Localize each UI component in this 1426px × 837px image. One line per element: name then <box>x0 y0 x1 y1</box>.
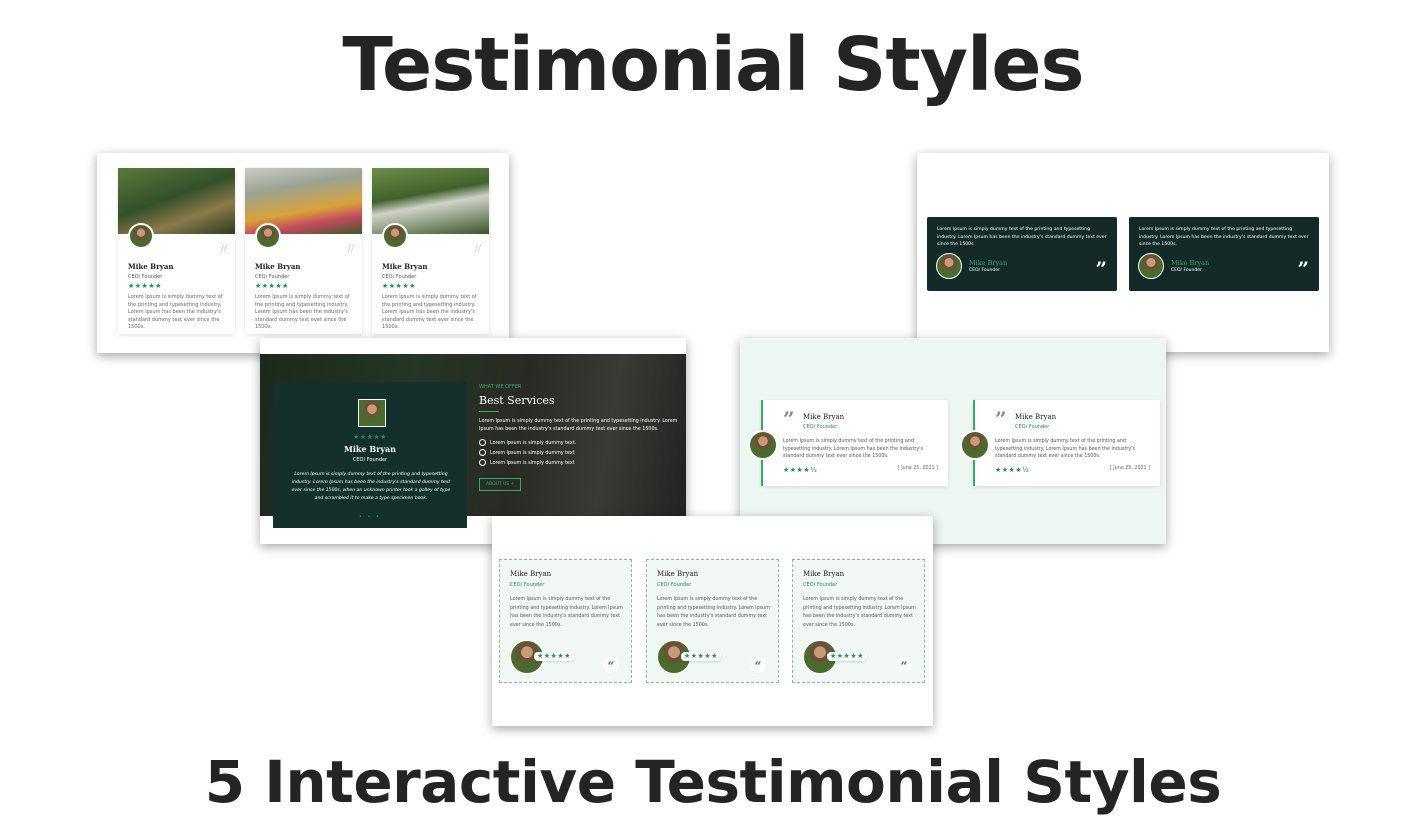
quote-icon: “ <box>896 657 912 673</box>
kicker: WHAT WE OFFER <box>479 384 522 390</box>
review-date: [ June 25, 2021 ] <box>1109 466 1150 471</box>
slash-icon: // <box>474 244 481 254</box>
reviewer-role: CEO/ Founder <box>657 582 692 588</box>
check-label: Lorem Ipsum is simply dummy text <box>490 461 575 466</box>
reviewer-name: Mike Bryan <box>657 570 699 578</box>
star-rating: ★★★★★ <box>353 433 387 441</box>
testimonial-text: Lorem Ipsum is simply dummy text of the … <box>382 294 477 330</box>
avatar <box>936 253 962 279</box>
check-list: Lorem Ipsum is simply dummy text. Lorem … <box>479 439 679 469</box>
avatar <box>128 223 154 249</box>
star-rating: ★★★★½ <box>995 466 1030 474</box>
star-rating: ★★★★★ <box>382 282 416 290</box>
star-rating: ★★★★★ <box>681 652 721 661</box>
reviewer-role: CEO/ Founder <box>128 274 163 280</box>
testimonial-text: Lorem Ipsum is simply dummy text of the … <box>657 597 770 628</box>
reviewer-role: CEO/ Founder <box>510 582 545 588</box>
reviewer-role: CEO/ Founder <box>1171 268 1202 273</box>
star-rating: ★★★★★ <box>827 652 867 661</box>
testimonial-text: Lorem Ipsum is simply dummy text of the … <box>291 472 451 501</box>
about-us-button[interactable]: ABOUT US + <box>479 478 522 491</box>
style-preview-dark-cards[interactable]: Lorem Ipsum is simply dummy text of the … <box>917 153 1329 352</box>
slash-icon: // <box>220 244 227 254</box>
star-rating: ★★★★★ <box>534 652 574 661</box>
check-item: Lorem Ipsum is simply dummy text <box>479 449 679 459</box>
avatar <box>382 223 408 249</box>
intro-text: Lorem Ipsum is simply dummy text of the … <box>479 419 678 432</box>
star-rating: ★★★★★ <box>128 282 162 290</box>
check-icon <box>479 449 486 456</box>
star-rating: ★★★★★ <box>255 282 289 290</box>
quote-icon: ” <box>1095 257 1107 281</box>
testimonial-card: Lorem Ipsum is simply dummy text of the … <box>1129 217 1319 291</box>
check-icon <box>479 439 486 446</box>
testimonial-card: // Mike Bryan CEO/ Founder ★★★★★ Lorem I… <box>118 168 235 334</box>
quote-icon: ” <box>1297 257 1309 281</box>
check-label: Lorem Ipsum is simply dummy text. <box>490 441 577 446</box>
testimonial-text: Lorem Ipsum is simply dummy text of the … <box>128 294 223 330</box>
reviewer-name: Mike Bryan <box>382 262 428 271</box>
reviewer-role: CEO/ Founder <box>1015 424 1050 430</box>
reviewer-role: CEO/ Founder <box>352 457 388 463</box>
quote-icon: “ <box>603 657 619 673</box>
style-preview-side-avatar[interactable]: ” Mike Bryan CEO/ Founder Lorem Ipsum is… <box>740 338 1166 544</box>
testimonial-card: // Mike Bryan CEO/ Founder ★★★★★ Lorem I… <box>245 168 362 334</box>
testimonial-text: Lorem Ipsum is simply dummy text of the … <box>783 439 923 459</box>
check-item: Lorem Ipsum is simply dummy text. <box>479 439 679 449</box>
quote-icon: “ <box>750 657 766 673</box>
quote-icon: ” <box>783 407 795 431</box>
reviewer-name: Mike Bryan <box>1015 413 1057 421</box>
reviewer-name: Mike Bryan <box>344 444 396 454</box>
testimonial-card: ” Mike Bryan CEO/ Founder Lorem Ipsum is… <box>748 400 948 486</box>
reviewer-role: CEO/ Founder <box>255 274 290 280</box>
check-icon <box>479 459 486 466</box>
avatar <box>358 399 386 427</box>
reviewer-role: CEO/ Founder <box>803 582 838 588</box>
star-rating: ★★★★½ <box>783 466 818 474</box>
style-preview-photo-cards[interactable]: // Mike Bryan CEO/ Founder ★★★★★ Lorem I… <box>97 153 509 353</box>
reviewer-role: CEO/ Founder <box>382 274 417 280</box>
testimonial-text: Lorem Ipsum is simply dummy text of the … <box>510 597 623 628</box>
footer-title: 5 Interactive Testimonial Styles <box>204 748 1222 816</box>
slash-icon: // <box>347 244 354 254</box>
avatar <box>748 430 778 460</box>
testimonial-slide: ★★★★★ Mike Bryan CEO/ Founder Lorem Ipsu… <box>273 382 467 528</box>
reviewer-name: Mike Bryan <box>255 262 301 271</box>
reviewer-name: Mike Bryan <box>128 262 174 271</box>
testimonial-card: ” Mike Bryan CEO/ Founder Lorem Ipsum is… <box>960 400 1160 486</box>
style-preview-dashed-cards[interactable]: Mike Bryan CEO/ Founder Lorem Ipsum is s… <box>492 516 933 726</box>
avatar <box>255 223 281 249</box>
reviewer-name: Mike Bryan <box>969 259 1008 267</box>
style-preview-slider[interactable]: ★★★★★ Mike Bryan CEO/ Founder Lorem Ipsu… <box>260 338 686 544</box>
reviewer-role: CEO/ Founder <box>803 424 838 430</box>
section-heading: Best Services <box>479 394 555 407</box>
reviewer-role: CEO/ Founder <box>969 268 1000 273</box>
services-block: WHAT WE OFFER Best Services Lorem Ipsum … <box>479 384 679 491</box>
quote-icon: ” <box>995 407 1007 431</box>
testimonial-text: Lorem Ipsum is simply dummy text of the … <box>937 227 1107 247</box>
reviewer-name: Mike Bryan <box>1171 259 1210 267</box>
testimonial-text: Lorem Ipsum is simply dummy text of the … <box>995 439 1135 459</box>
reviewer-name: Mike Bryan <box>803 570 845 578</box>
avatar <box>1138 253 1164 279</box>
avatar <box>960 430 990 460</box>
review-date: [ June 25, 2021 ] <box>897 466 938 471</box>
testimonial-card: // Mike Bryan CEO/ Founder ★★★★★ Lorem I… <box>372 168 489 334</box>
heading-underline <box>479 411 499 412</box>
testimonial-text: Lorem Ipsum is simply dummy text of the … <box>255 294 350 330</box>
reviewer-name: Mike Bryan <box>510 570 552 578</box>
testimonial-card: Mike Bryan CEO/ Founder Lorem Ipsum is s… <box>646 559 779 683</box>
page-title: Testimonial Styles <box>342 22 1084 108</box>
check-label: Lorem Ipsum is simply dummy text <box>490 451 575 456</box>
testimonial-text: Lorem Ipsum is simply dummy text of the … <box>1139 227 1309 247</box>
testimonial-card: Mike Bryan CEO/ Founder Lorem Ipsum is s… <box>499 559 632 683</box>
testimonial-text: Lorem Ipsum is simply dummy text of the … <box>803 597 916 628</box>
testimonial-card: Lorem Ipsum is simply dummy text of the … <box>927 217 1117 291</box>
reviewer-name: Mike Bryan <box>803 413 845 421</box>
slider-dots[interactable]: • • • <box>273 514 467 520</box>
testimonial-card: Mike Bryan CEO/ Founder Lorem Ipsum is s… <box>792 559 925 683</box>
check-item: Lorem Ipsum is simply dummy text <box>479 459 679 469</box>
